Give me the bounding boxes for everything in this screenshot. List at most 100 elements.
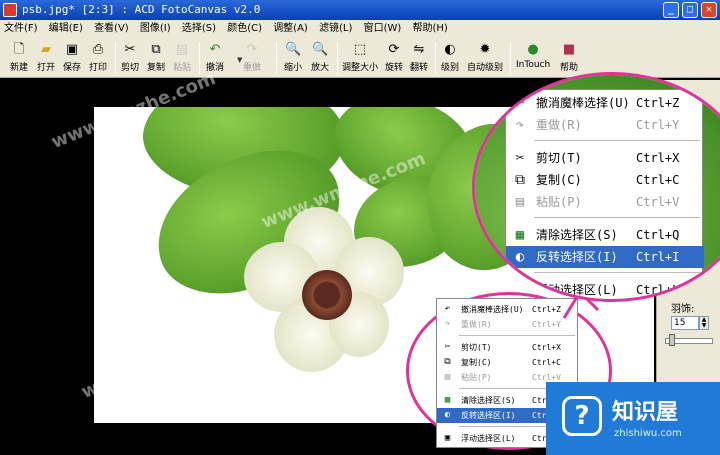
menu-help[interactable]: 帮助(H) [408,20,451,38]
menu-item-label: 浮动选择区(L) [461,434,516,443]
close-button[interactable]: ✕ [701,2,717,18]
flower-center [302,270,352,320]
menu-item-shortcut: Ctrl+Y [532,320,561,329]
flip-icon: ⇋ [413,42,425,57]
menu-separator [459,335,575,336]
feather-spinner[interactable]: ▲ ▼ [699,316,709,330]
copy-button[interactable]: ⧉ 复制 [147,40,165,76]
help-button[interactable]: ■ 帮助 [560,40,578,76]
undo-dropdown-arrow[interactable]: ▼ [237,56,242,64]
menu-item-paste[interactable]: ▤ 粘贴(P) Ctrl+V [506,191,704,213]
resize-button[interactable]: ⬚ 调整大小 [342,40,378,76]
intouch-button[interactable]: ● InTouch [516,40,550,76]
cut-icon: ✂ [515,150,525,166]
menu-view[interactable]: 查看(V) [90,20,133,38]
feather-label: 羽饰: [671,304,695,315]
menu-select[interactable]: 选择(S) [178,20,220,38]
menu-item-label: 撤消魔棒选择(U) [536,96,630,110]
menu-item-shortcut: Ctrl+Z [636,96,680,110]
menu-edit[interactable]: 编辑(E) [45,20,87,38]
book-icon: ■ [562,42,576,57]
sun-icon: ✹ [479,42,491,57]
brand-banner: ? 知识屋 zhishiwu.com [546,382,720,455]
copy-icon: ⧉ [515,172,525,188]
menu-item-label: 粘贴(P) [461,373,492,382]
toolbar-separator [115,42,116,74]
menu-window[interactable]: 窗口(W) [360,20,406,38]
title-bar: psb.jpg* [2:3] : ACD FotoCanvas v2.0 _ □… [0,0,720,20]
redo-label: 重做 [243,63,262,73]
zoom-in-label: 放大 [311,63,330,73]
cut-button[interactable]: ✂ 剪切 [121,40,139,76]
undo-icon: ↶ [444,304,451,314]
redo-arrow-icon: ↷ [246,42,258,57]
minimize-button[interactable]: _ [663,2,679,18]
rotate-button[interactable]: ⟳ 旋转 [385,40,403,76]
redo-icon: ↷ [444,319,451,329]
flip-button[interactable]: ⇋ 翻转 [410,40,428,76]
brand-url: zhishiwu.com [614,428,682,439]
brand-name: 知识屋 [612,400,679,425]
menu-item-shortcut: Ctrl+X [636,151,680,165]
menu-item-cut[interactable]: ✂ 剪切(T) Ctrl+X [437,340,579,355]
intouch-label: InTouch [516,60,551,70]
menu-item-copy[interactable]: ⧉ 复制(C) Ctrl+C [506,169,704,191]
print-label: 打印 [89,63,108,73]
redo-icon: ↷ [515,117,525,133]
resize-label: 调整大小 [342,63,379,73]
auto-levels-button[interactable]: ✹ 自动级别 [467,40,503,76]
open-button[interactable]: ▰ 打开 [37,40,55,76]
window-title: psb.jpg* [2:3] : ACD FotoCanvas v2.0 [22,3,261,16]
toolbar-separator [199,42,200,74]
menu-item-invert-selection[interactable]: ◐ 反转选择区(I) Ctrl+I [506,246,704,268]
globe-icon: ● [527,42,539,57]
levels-button[interactable]: ◐ 级别 [441,40,459,76]
float-selection-icon: ▣ [515,282,525,298]
resize-icon: ⬚ [353,42,367,57]
zoom-out-button[interactable]: 🔍 缩小 [284,40,302,76]
feather-input[interactable]: 15 [671,316,699,330]
menu-item-undo-magic-wand[interactable]: ↶ 撤消魔棒选择(U) Ctrl+Z [506,92,704,114]
slider-thumb[interactable] [669,334,675,346]
menu-item-label: 清除选择区(S) [461,396,516,405]
menu-item-redo[interactable]: ↷ 重做(R) Ctrl+Y [506,114,704,136]
menu-item-redo[interactable]: ↷ 重做(R) Ctrl+Y [437,317,579,332]
menu-separator [534,217,700,218]
menu-item-shortcut: Ctrl+Q [636,228,680,242]
menu-item-float-selection[interactable]: ▣ 浮动选择区(L) Ctrl+L [506,279,704,299]
menu-item-shortcut: Ctrl+V [636,195,680,209]
menu-adjust[interactable]: 调整(A) [269,20,312,38]
cut-label: 剪切 [121,63,140,73]
menu-separator [534,140,700,141]
menu-item-clear-selection[interactable]: ▦ 清除选择区(S) Ctrl+Q [506,224,704,246]
menu-item-copy[interactable]: ⧉ 复制(C) Ctrl+C [437,355,579,370]
save-button[interactable]: ▣ 保存 [63,40,81,76]
menu-file[interactable]: 文件(F) [0,20,42,38]
auto-levels-label: 自动级别 [467,63,504,73]
print-button[interactable]: ⎙ 打印 [89,40,107,76]
app-window: psb.jpg* [2:3] : ACD FotoCanvas v2.0 _ □… [0,0,720,455]
menu-item-label: 重做(R) [461,320,492,329]
paste-button[interactable]: ▤ 粘贴 [173,40,191,76]
scissors-icon: ✂ [124,42,136,57]
redo-button[interactable]: ↷ 重做 [243,40,261,76]
question-bubble-icon: ? [562,396,602,436]
zoom-in-button[interactable]: 🔍 放大 [311,40,329,76]
menu-item-shortcut: Ctrl+Y [636,118,680,132]
new-label: 新建 [10,63,29,73]
menu-color[interactable]: 颜色(C) [223,20,266,38]
context-menu-zoomed: ↶ 撤消魔棒选择(U) Ctrl+Z ↷ 重做(R) Ctrl+Y ✂ 剪切(T) Ctrl… [505,89,704,299]
menu-filter[interactable]: 滤镜(L) [315,20,356,38]
menu-item-shortcut: Ctrl+L [636,283,680,297]
flip-label: 翻转 [410,63,429,73]
menu-item-cut[interactable]: ✂ 剪切(T) Ctrl+X [506,147,704,169]
menu-item-shortcut: Ctrl+I [636,250,680,264]
menu-item-shortcut: Ctrl+Z [532,305,561,314]
new-button[interactable]: 🗋 新建 [10,40,28,76]
help-label: 帮助 [560,63,579,73]
menu-item-undo-magic-wand[interactable]: ↶ 撤消魔棒选择(U) Ctrl+Z [437,302,579,317]
menu-item-shortcut: Ctrl+C [636,173,680,187]
maximize-button[interactable]: □ [682,2,698,18]
float-selection-icon: ▣ [444,433,451,443]
menu-image[interactable]: 图像(I) [136,20,175,38]
